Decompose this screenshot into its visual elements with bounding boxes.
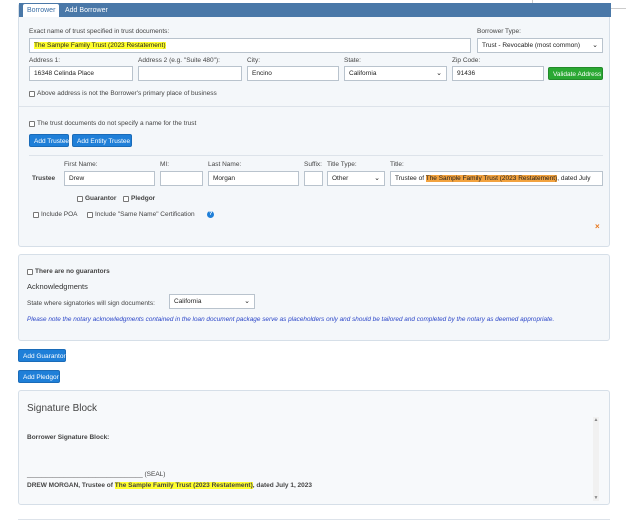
include-poa-label: Include POA <box>41 211 78 218</box>
pledgor-label: Pledgor <box>131 195 156 202</box>
zip-input[interactable]: 91436 <box>452 66 544 81</box>
scroll-up-icon[interactable]: ▲ <box>593 417 599 423</box>
signature-block-card: Signature Block Borrower Signature Block… <box>18 390 610 505</box>
borrower-type-label: Borrower Type: <box>477 28 521 35</box>
city-input[interactable]: Encino <box>247 66 339 81</box>
no-trust-name-checkbox[interactable] <box>29 121 35 127</box>
add-entity-trustee-button[interactable]: Add Entity Trustee <box>72 134 132 147</box>
trust-name-input[interactable]: The Sample Family Trust (2023 Restatemen… <box>29 38 471 53</box>
signature-line: DREW MORGAN, Trustee of The Sample Famil… <box>27 482 312 489</box>
no-guarantors-checkbox[interactable] <box>27 269 33 275</box>
title-suffix: , dated July <box>557 175 591 182</box>
trust-name-value: The Sample Family Trust (2023 Restatemen… <box>34 42 166 49</box>
acknowledgments-card: There are no guarantors Acknowledgments … <box>18 254 610 341</box>
last-name-label: Last Name: <box>208 161 242 168</box>
state-label: State: <box>344 57 361 64</box>
not-primary-checkbox[interactable] <box>29 91 35 97</box>
signature-scrollbar[interactable]: ▲ ▼ <box>593 417 599 501</box>
zip-label: Zip Code: <box>452 57 481 64</box>
sign-state-select[interactable]: California ⌄ <box>169 294 255 309</box>
address1-label: Address 1: <box>29 57 61 64</box>
validate-address-button[interactable]: Validate Address <box>548 67 603 80</box>
add-pledgor-button[interactable]: Add Pledgor <box>18 370 60 383</box>
title-label: Title: <box>390 161 404 168</box>
title-type-value: Other <box>332 175 349 182</box>
title-type-select[interactable]: Other ⌄ <box>327 171 385 186</box>
borrower-signature-label: Borrower Signature Block: <box>27 434 110 441</box>
tab-borrower[interactable]: Borrower <box>23 4 60 17</box>
sign-state-label: State where signatories will sign docume… <box>27 300 155 307</box>
signature-suffix: , dated July 1, 2023 <box>252 482 313 489</box>
scroll-down-icon[interactable]: ▼ <box>593 495 599 501</box>
no-guarantors-label: There are no guarantors <box>35 268 110 275</box>
mi-input[interactable] <box>160 171 203 186</box>
guarantor-checkbox[interactable] <box>77 196 83 202</box>
borrower-type-select[interactable]: Trust - Revocable (most common) ⌄ <box>477 38 603 53</box>
include-poa-checkbox[interactable] <box>33 212 39 218</box>
state-value: California <box>349 70 377 77</box>
notary-note: Please note the notary acknowledgments c… <box>27 316 555 323</box>
address2-label: Address 2 (e.g. "Suite 480"): <box>138 57 220 64</box>
address1-input[interactable]: 16348 Celinda Place <box>29 66 133 81</box>
borrower-card: Borrower Add Borrower Exact name of trus… <box>18 3 611 247</box>
chevron-down-icon: ⌄ <box>244 298 250 305</box>
last-name-input[interactable]: Morgan <box>208 171 299 186</box>
trustee-divider <box>29 155 603 156</box>
same-name-label: Include "Same Name" Certification <box>95 211 195 218</box>
city-label: City: <box>247 57 260 64</box>
signature-block-title: Signature Block <box>27 403 98 414</box>
borrower-type-value: Trust - Revocable (most common) <box>482 42 581 49</box>
bottom-divider <box>18 519 610 520</box>
chevron-down-icon: ⌄ <box>374 175 380 182</box>
not-primary-label: Above address is not the Borrower's prim… <box>37 90 217 97</box>
trustee-row-label: Trustee <box>32 175 56 182</box>
signature-prefix: DREW MORGAN, Trustee of <box>27 482 115 489</box>
state-select[interactable]: California ⌄ <box>344 66 447 81</box>
help-icon[interactable]: ? <box>207 211 214 218</box>
sign-state-value: California <box>174 298 202 305</box>
address2-input[interactable] <box>138 66 242 81</box>
same-name-checkbox[interactable] <box>87 212 93 218</box>
pledgor-checkbox[interactable] <box>123 196 129 202</box>
signature-highlight: The Sample Family Trust (2023 Restatemen… <box>114 482 253 489</box>
first-name-input[interactable]: Drew <box>64 171 155 186</box>
no-trust-name-label: The trust documents do not specify a nam… <box>37 120 197 127</box>
chevron-down-icon: ⌄ <box>592 42 598 49</box>
trust-name-label: Exact name of trust specified in trust d… <box>29 28 170 35</box>
add-guarantor-button[interactable]: Add Guarantor <box>18 349 66 362</box>
suffix-label: Suffix: <box>304 161 322 168</box>
title-type-label: Title Type: <box>327 161 357 168</box>
guarantor-label: Guarantor <box>85 195 117 202</box>
tab-bar: Borrower Add Borrower <box>19 3 611 17</box>
title-prefix: Trustee of <box>395 175 426 182</box>
acknowledgments-title: Acknowledgments <box>27 282 88 291</box>
divider <box>19 106 609 107</box>
title-input[interactable]: Trustee of The Sample Family Trust (2023… <box>390 171 603 186</box>
seal-line: ________________________________ (SEAL) <box>27 471 166 478</box>
first-name-label: First Name: <box>64 161 98 168</box>
add-trustee-button[interactable]: Add Trustee <box>29 134 69 147</box>
mi-label: MI: <box>160 161 170 168</box>
chevron-down-icon: ⌄ <box>436 70 442 77</box>
title-highlight: The Sample Family Trust (2023 Restatemen… <box>425 175 558 182</box>
suffix-input[interactable] <box>304 171 323 186</box>
tab-add-borrower[interactable]: Add Borrower <box>61 4 112 17</box>
close-icon[interactable]: × <box>595 222 600 231</box>
